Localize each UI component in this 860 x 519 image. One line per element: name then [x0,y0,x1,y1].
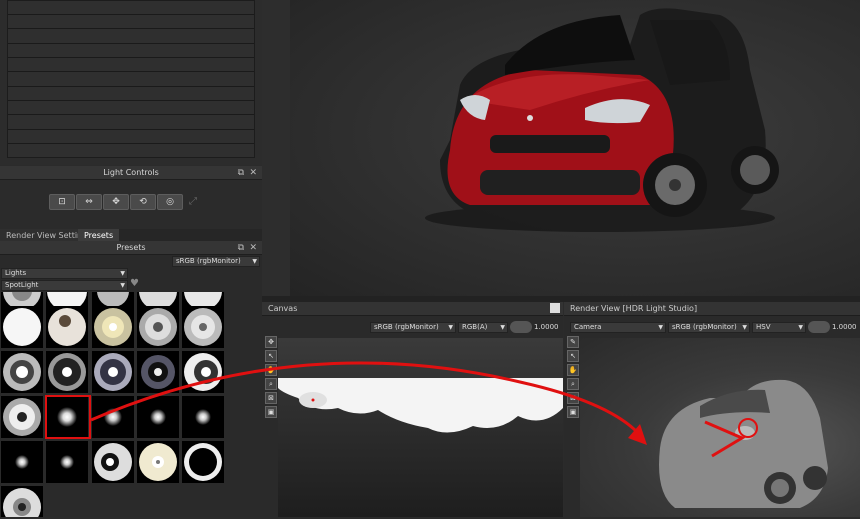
render-view-area[interactable] [580,338,860,517]
zoom-tool[interactable]: ⌕ [265,378,277,390]
favorite-heart-icon[interactable]: ♥ [130,278,139,289]
preset-thumbnail[interactable] [46,351,88,393]
dropdown-value: SpotLight [5,281,39,289]
preset-thumbnail[interactable] [1,351,43,393]
chevron-down-icon: ▼ [658,324,663,331]
preset-thumbnail[interactable] [1,441,43,483]
subcategory-dropdown[interactable]: SpotLight ▼ [1,280,128,291]
rotate-light-button[interactable]: ⟲ [130,194,156,210]
close-icon[interactable]: ✕ [249,166,257,180]
pointer-tool[interactable]: ↖ [567,350,579,362]
target-light-button[interactable]: ◎ [157,194,183,210]
render-mode-dropdown[interactable]: HSV ▼ [752,322,806,333]
preset-thumbnail[interactable] [92,441,134,483]
preset-thumbnail[interactable] [137,396,179,438]
canvas-color-space-dropdown[interactable]: sRGB (rgbMonitor) ▼ [370,322,456,333]
select-tool[interactable]: ✥ [265,336,277,348]
dropdown-value: sRGB (rgbMonitor) [374,323,439,331]
zoom-tool[interactable]: ⌕ [567,378,579,390]
presets-color-space-dropdown[interactable]: sRGB (rgbMonitor) ▼ [172,256,260,267]
dropdown-value: sRGB (rgbMonitor) [672,323,737,331]
dropdown-value: sRGB (rgbMonitor) [176,257,241,265]
canvas-titlebar: Canvas [262,302,563,316]
pan-tool[interactable]: ✋ [265,364,277,376]
float-icon[interactable]: ⧉ [238,166,244,180]
scene-list-panel [0,0,262,165]
preset-thumbnail[interactable] [46,306,88,348]
pointer-tool[interactable]: ↖ [265,350,277,362]
preset-thumbnail[interactable] [137,441,179,483]
exposure-dial-icon[interactable] [510,321,532,333]
maximize-icon[interactable] [550,303,560,313]
canvas-channel-dropdown[interactable]: RGB(A) ▼ [458,322,508,333]
float-icon[interactable]: ⧉ [238,241,244,255]
move-cross-button[interactable]: ✥ [103,194,129,210]
selection-highlight-box [45,395,91,439]
preset-thumbnail[interactable] [137,351,179,393]
chevron-down-icon: ▼ [252,258,257,265]
pan-tool[interactable]: ✋ [567,364,579,376]
rotate-light-icon: ⟲ [139,197,147,207]
render-view-titlebar: Render View [HDR Light Studio] [564,302,860,316]
chevron-down-icon: ▼ [742,324,747,331]
scale-horizontal-button[interactable]: ⇔ [76,194,102,210]
exposure-dial-icon[interactable] [808,321,830,333]
move-cross-icon: ✥ [112,197,120,207]
chevron-down-icon: ▼ [120,282,125,289]
camera-dropdown[interactable]: Camera ▼ [570,322,666,333]
preset-thumbnail[interactable] [1,396,43,438]
dropdown-value: RGB(A) [462,323,488,331]
frame-tool[interactable]: ▣ [567,406,579,418]
presets-titlebar: Presets ⧉ ✕ [0,241,262,255]
presets-title: Presets [116,243,146,252]
diagonal-resize-icon: ⤢ [189,196,197,207]
preset-thumbnail[interactable] [1,306,43,348]
preset-thumbnail[interactable] [92,306,134,348]
canvas-title: Canvas [268,304,298,313]
scene-list[interactable] [7,0,255,158]
light-controls-titlebar: Light Controls ⧉ ✕ [0,166,262,180]
preset-thumbnail[interactable] [182,441,224,483]
preset-thumbnail[interactable] [137,306,179,348]
preset-thumbnail[interactable] [46,441,88,483]
canvas-area[interactable] [278,338,563,517]
render-exposure-value[interactable]: 1.0000 [832,323,857,331]
preset-thumbnail[interactable] [182,306,224,348]
frame-tool[interactable]: ▣ [265,406,277,418]
chevron-down-icon: ▼ [798,324,803,331]
dropdown-value: Lights [5,269,27,277]
render-view-panel: Render View [HDR Light Studio] Camera ▼ s… [564,302,860,517]
target-light-icon: ◎ [166,197,174,207]
close-icon[interactable]: ✕ [249,241,257,255]
fit-tool[interactable]: ⊠ [567,392,579,404]
chevron-down-icon: ▼ [500,324,505,331]
preset-thumbnail[interactable] [1,486,43,517]
render-view-title: Render View [HDR Light Studio] [570,304,698,313]
canvas-exposure-value[interactable]: 1.0000 [534,323,559,331]
brush-tool[interactable]: ✎ [567,336,579,348]
hdri-canvas-image [278,338,563,517]
render-color-space-dropdown[interactable]: sRGB (rgbMonitor) ▼ [668,322,750,333]
light-controls-title: Light Controls [103,168,159,177]
category-dropdown[interactable]: Lights ▼ [1,268,128,279]
scale-horizontal-icon: ⇔ [85,197,93,207]
dropdown-value: HSV [756,323,771,331]
preset-thumbnail[interactable] [92,351,134,393]
car-render [425,8,779,232]
chevron-down-icon: ▼ [448,324,453,331]
canvas-panel: Canvas sRGB (rgbMonitor) ▼ RGB(A) ▼ 1.0000… [262,302,563,517]
move-frame-icon: ⊡ [58,197,66,207]
preset-thumbnail[interactable] [182,351,224,393]
fit-tool[interactable]: ⊠ [265,392,277,404]
car-preview-render [659,379,828,508]
move-frame-button[interactable]: ⊡ [49,194,75,210]
preset-thumbnail[interactable] [92,396,134,438]
preset-thumbnail-grid [0,292,262,517]
preset-thumbnail[interactable] [182,396,224,438]
chevron-down-icon: ▼ [120,270,125,277]
main-3d-viewport[interactable] [290,0,860,296]
dropdown-value: Camera [574,323,602,331]
